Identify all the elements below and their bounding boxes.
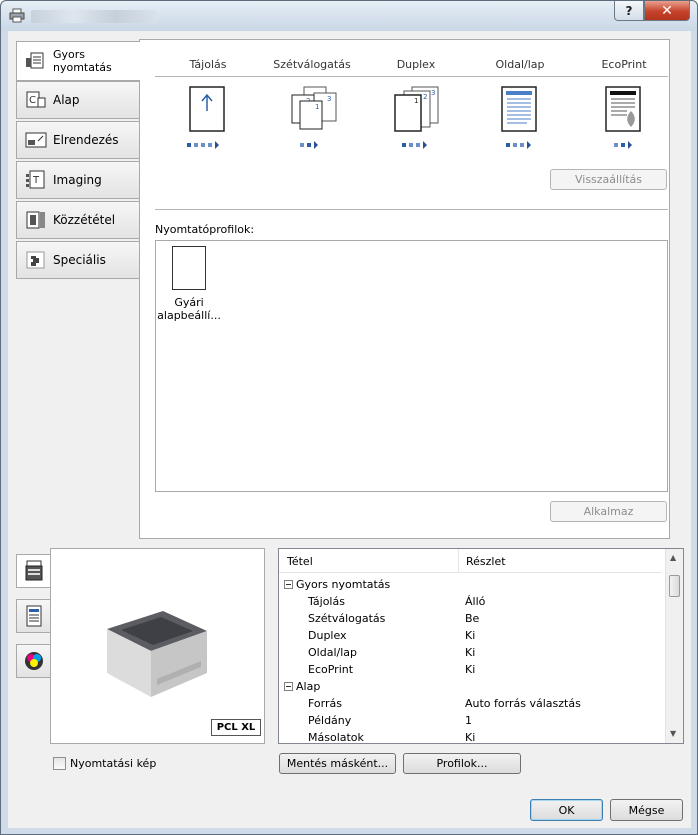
column-orientation: Tájolás [189,58,227,71]
svg-text:1: 1 [414,97,418,105]
tab-advanced[interactable]: Speciális [16,241,140,279]
basic-icon: C [26,91,46,108]
settings-summary-list[interactable]: Tétel Részlet Gyors nyomtatás Tájolás Áll… [278,548,684,744]
pcl-xl-badge: PCL XL [211,719,261,736]
ecoprint-icon[interactable] [601,85,647,135]
list-item[interactable]: EcoPrint Ki [279,661,662,678]
column-ecoprint: EcoPrint [601,58,647,71]
orientation-portrait-icon[interactable] [185,85,231,135]
duplex-selector[interactable] [402,141,427,149]
cancel-button[interactable]: Mégse [610,799,683,821]
window-title-blurred [31,10,157,23]
collapse-icon[interactable] [284,580,293,589]
scroll-up-icon[interactable]: ▲ [670,553,676,562]
close-button[interactable]: ✕ [644,1,690,21]
list-item[interactable]: Másolatok Ki [279,729,662,743]
column-header-item[interactable]: Tétel [287,555,313,568]
printer-profiles-label: Nyomtatóprofilok: [155,223,255,236]
side-tab-page[interactable] [16,599,50,633]
group-row-basic[interactable]: Alap [279,678,662,695]
svg-text:3: 3 [431,89,435,97]
column-pages-per-sheet: Oldal/lap [495,58,545,71]
apply-button[interactable]: Alkalmaz [550,501,667,522]
list-item[interactable]: Duplex Ki [279,627,662,644]
column-collate: Szétválogatás [273,58,351,71]
pages-per-sheet-selector[interactable] [506,141,531,149]
print-image-checkbox[interactable] [53,757,66,770]
svg-text:T: T [32,175,40,186]
tab-quick-print[interactable]: Gyors nyomtatás [16,41,140,81]
group-row-quick-print[interactable]: Gyors nyomtatás [279,576,662,593]
duplex-icon[interactable]: 3 2 1 [392,85,442,135]
save-as-button[interactable]: Mentés másként... [279,753,396,774]
profile-label: Gyári alapbeállí... [157,296,221,322]
layout-icon [25,132,47,148]
pages-per-sheet-icon[interactable] [497,85,543,135]
ecoprint-selector[interactable] [614,141,632,149]
collapse-icon[interactable] [284,682,293,691]
svg-text:1: 1 [315,103,319,111]
list-header: Tétel Részlet [279,549,662,573]
side-tab-printer[interactable] [16,554,50,588]
tab-basic[interactable]: C Alap [16,81,140,119]
printer-image [107,611,207,697]
list-item[interactable]: Oldal/lap Ki [279,644,662,661]
svg-text:C: C [29,95,36,106]
tab-label: Közzététel [53,212,116,227]
quick-print-icon [26,52,44,69]
tab-layout[interactable]: Elrendezés [16,121,140,159]
column-duplex: Duplex [396,58,436,71]
ok-button[interactable]: OK [530,799,603,821]
printer-preview: PCL XL [50,548,265,744]
printer-properties-window: ? ✕ Gyors nyomtatás C Alap Elrendezés T … [0,0,698,835]
reset-button[interactable]: Visszaállítás [550,169,667,190]
tab-publishing[interactable]: Közzététel [16,201,140,239]
orientation-selector[interactable] [187,141,219,149]
tab-label: Speciális [53,252,106,267]
color-icon [24,652,43,670]
column-header-detail[interactable]: Részlet [466,555,506,568]
tab-label: Alap [53,92,80,107]
title-bar: ? ✕ [1,1,697,31]
collate-selector[interactable] [300,141,318,149]
printer-profiles-list[interactable]: Gyári alapbeállí... [155,240,668,492]
tab-label: Imaging [53,172,102,187]
svg-text:2: 2 [423,93,427,101]
collate-icon[interactable]: 3 2 1 [286,85,338,135]
publishing-icon [26,211,45,229]
scroll-thumb[interactable] [669,575,680,597]
print-image-label: Nyomtatási kép [70,757,157,770]
dialog-client-area: Gyors nyomtatás C Alap Elrendezés T Imag… [8,31,691,828]
help-button[interactable]: ? [614,1,644,21]
list-item[interactable]: Forrás Auto forrás választás [279,695,662,712]
tab-label: Gyors nyomtatás [53,48,112,74]
imaging-icon: T [26,170,45,189]
tab-label: Elrendezés [53,132,119,147]
profiles-button[interactable]: Profilok... [403,753,521,774]
tab-imaging[interactable]: T Imaging [16,161,140,199]
profile-page-icon [172,246,206,290]
vertical-scrollbar[interactable]: ▲ ▼ [665,549,683,743]
list-item[interactable]: Szétválogatás Be [279,610,662,627]
quick-print-panel: Tájolás Szétválogatás Duplex Oldal/lap E… [139,39,670,539]
scroll-down-icon[interactable]: ▼ [670,729,676,738]
printer-icon [25,560,42,581]
printer-icon [9,8,25,23]
side-tab-color[interactable] [16,644,50,678]
svg-text:3: 3 [327,95,331,103]
profile-item-factory-default[interactable]: Gyári alapbeállí... [156,241,222,326]
page-icon [26,605,41,627]
print-image-checkbox-row[interactable]: Nyomtatási kép [53,757,156,770]
list-item[interactable]: Tájolás Álló [279,593,662,610]
list-item[interactable]: Példány 1 [279,712,662,729]
advanced-icon [26,251,45,269]
